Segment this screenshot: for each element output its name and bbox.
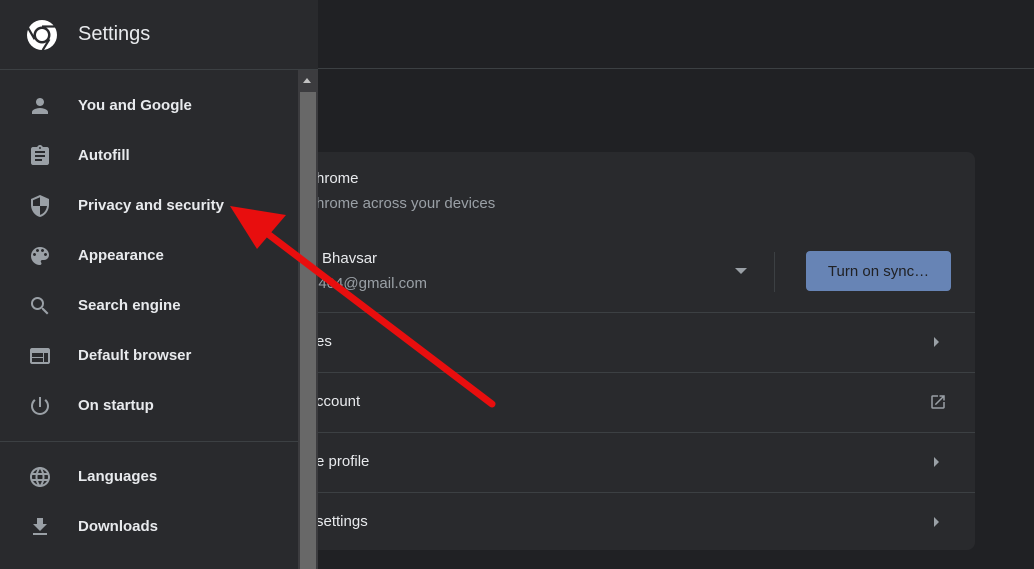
sidebar-item-autofill[interactable]: Autofill	[0, 131, 298, 181]
account-email: 0404@gmail.com	[310, 275, 427, 292]
divider	[0, 441, 298, 442]
scroll-thumb[interactable]	[300, 92, 316, 569]
sync-card-subtitle: hrome across your devices	[316, 195, 496, 212]
account-dropdown-icon[interactable]	[735, 268, 747, 274]
row-manage-account[interactable]: ccount	[250, 372, 975, 432]
sidebar-nav: You and Google Autofill Privacy and secu…	[0, 70, 298, 569]
clipboard-icon	[31, 145, 49, 165]
sidebar-item-on-startup[interactable]: On startup	[0, 381, 298, 431]
sidebar-item-label: Appearance	[78, 247, 164, 264]
sidebar-item-label: Autofill	[78, 147, 130, 164]
download-icon	[33, 518, 47, 535]
row-label: e profile	[316, 453, 370, 470]
sidebar-item-label: Search engine	[78, 297, 181, 314]
sidebar-item-appearance[interactable]: Appearance	[0, 231, 298, 281]
settings-drawer: Settings You and Google Autofill Privacy…	[0, 0, 318, 569]
drawer-header: Settings	[0, 0, 318, 70]
globe-icon	[30, 467, 50, 487]
row-label: settings	[316, 513, 368, 530]
shield-icon	[31, 195, 49, 217]
sidebar-item-privacy-and-security[interactable]: Privacy and security	[0, 181, 298, 231]
row-customize-profile[interactable]: e profile	[250, 432, 975, 492]
sidebar-item-you-and-google[interactable]: You and Google	[0, 81, 298, 131]
sidebar-item-label: On startup	[78, 397, 154, 414]
sidebar-item-label: Privacy and security	[78, 197, 224, 214]
power-icon	[30, 397, 49, 415]
you-and-google-card: hrome hrome across your devices Bhavsar …	[250, 152, 975, 550]
chevron-right-icon	[934, 457, 939, 467]
row-import-settings[interactable]: settings	[250, 492, 975, 550]
account-name: Bhavsar	[322, 250, 378, 267]
turn-on-sync-button[interactable]: Turn on sync…	[806, 251, 951, 291]
person-icon	[32, 98, 48, 114]
row-label: ccount	[316, 393, 361, 410]
separator	[774, 252, 775, 292]
sidebar-item-label: Downloads	[78, 518, 159, 535]
row-label: es	[316, 333, 332, 350]
drawer-title: Settings	[78, 23, 151, 45]
chevron-right-icon	[934, 517, 939, 527]
external-link-icon	[931, 395, 945, 409]
sidebar-item-downloads[interactable]: Downloads	[0, 502, 298, 552]
browser-window-icon	[30, 348, 50, 364]
row-sync-services[interactable]: es	[250, 312, 975, 372]
sync-card-title: hrome	[316, 170, 359, 187]
sidebar-item-languages[interactable]: Languages	[0, 452, 298, 502]
sidebar-item-search-engine[interactable]: Search engine	[0, 281, 298, 331]
sidebar-item-label: Languages	[78, 468, 158, 485]
search-icon	[31, 297, 49, 315]
chevron-right-icon	[934, 337, 939, 347]
sidebar-item-default-browser[interactable]: Default browser	[0, 331, 298, 381]
scroll-up-icon[interactable]	[303, 78, 311, 83]
sidebar-item-label: You and Google	[78, 97, 192, 114]
sidebar-item-label: Default browser	[78, 347, 192, 364]
palette-icon	[31, 247, 49, 265]
chrome-logo-icon	[26, 20, 57, 51]
sidebar-scrollbar[interactable]	[298, 70, 318, 569]
